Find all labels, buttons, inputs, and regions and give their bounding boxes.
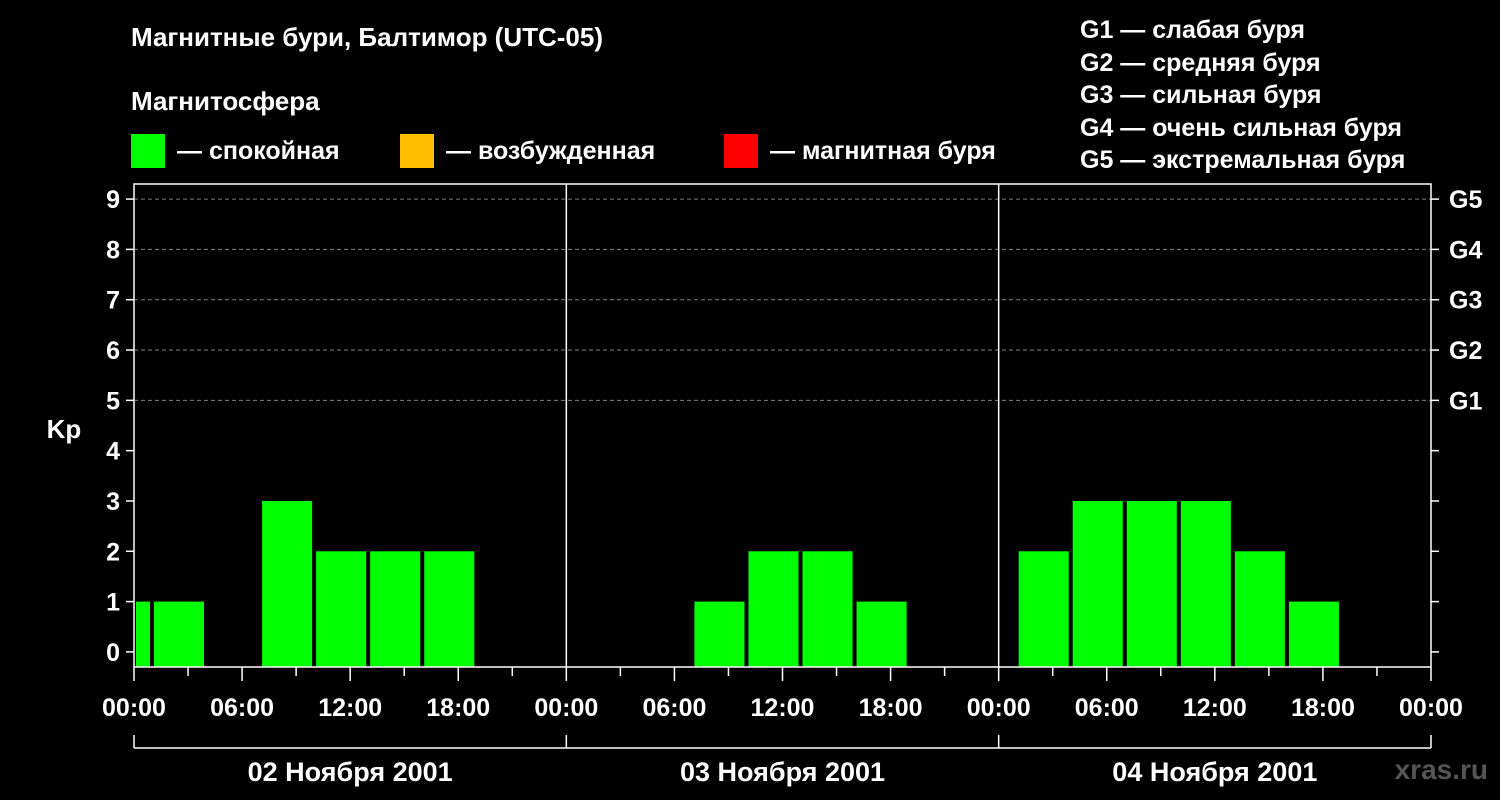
y-tick-label: 5 [106, 387, 120, 415]
y-tick-label: 0 [106, 639, 120, 667]
kp-bar-14 [1234, 551, 1285, 667]
watermark: xras.ru [1394, 754, 1488, 785]
kp-bar-13 [1180, 500, 1231, 667]
kp-bar-0 [136, 601, 151, 667]
kp-bar-chart: 0 1 2 3 4 5 6 7 8 9 G1 G2 G3 G4 G5 Kp 00:00 06:00 12:00 18:… [47, 183, 1482, 787]
y-tick-label: 1 [106, 589, 120, 617]
day-label: 03 Ноября 2001 [680, 757, 885, 787]
g-level-label: G5 [1449, 186, 1482, 214]
y-tick-label: 6 [106, 337, 120, 365]
day-label: 04 Ноября 2001 [1112, 757, 1317, 787]
g-level-label: G1 [1449, 387, 1482, 415]
y-tick-label: 8 [106, 236, 120, 264]
y-axis-label: Kp [47, 414, 82, 444]
kp-bar-6 [694, 601, 745, 667]
x-tick-label: 12:00 [751, 694, 815, 722]
g-level-label: G4 [1449, 236, 1482, 264]
x-tick-label: 12:00 [318, 694, 382, 722]
x-tick-label: 12:00 [1183, 694, 1247, 722]
y-tick-label: 4 [106, 438, 120, 466]
kp-bar-5 [424, 551, 475, 667]
x-tick-label: 00:00 [1399, 694, 1463, 722]
kp-bar-1 [154, 601, 205, 667]
kp-bar-2 [262, 500, 313, 667]
x-tick-label: 18:00 [859, 694, 923, 722]
kp-bar-3 [316, 551, 367, 667]
x-tick-label: 06:00 [642, 694, 706, 722]
kp-bar-4 [370, 551, 421, 667]
kp-bar-9 [856, 601, 907, 667]
kp-bar-10 [1018, 551, 1069, 667]
x-tick-label: 00:00 [534, 694, 598, 722]
kp-bar-11 [1072, 500, 1123, 667]
y-tick-label: 2 [106, 538, 120, 566]
kp-bar-15 [1288, 601, 1339, 667]
x-tick-label: 18:00 [1291, 694, 1355, 722]
day-label: 02 Ноября 2001 [248, 757, 453, 787]
x-tick-label: 06:00 [210, 694, 274, 722]
y-tick-label: 9 [106, 186, 120, 214]
kp-bar-12 [1126, 500, 1177, 667]
x-tick-label: 00:00 [967, 694, 1031, 722]
g-level-label: G3 [1449, 287, 1482, 315]
x-tick-label: 18:00 [426, 694, 490, 722]
kp-bar-7 [748, 551, 799, 667]
g-level-label: G2 [1449, 337, 1482, 365]
x-tick-label: 00:00 [102, 694, 166, 722]
x-tick-label: 06:00 [1075, 694, 1139, 722]
kp-bar-8 [802, 551, 853, 667]
y-tick-label: 7 [106, 287, 120, 315]
y-tick-label: 3 [106, 488, 120, 516]
